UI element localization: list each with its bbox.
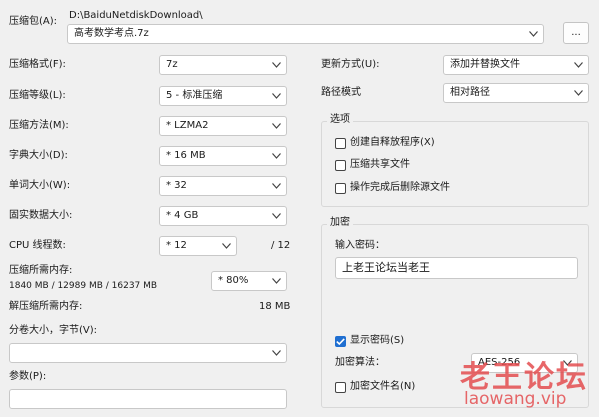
delete-source-checkbox[interactable]: 操作完成后删除源文件 bbox=[335, 181, 450, 195]
chevron-down-icon bbox=[270, 87, 282, 105]
browse-button[interactable]: ... bbox=[563, 22, 589, 44]
cpu-total: / 12 bbox=[271, 240, 291, 251]
cpu-value: * 12 bbox=[166, 240, 187, 251]
word-select[interactable]: * 32 bbox=[159, 176, 287, 196]
checkbox-box bbox=[335, 137, 346, 149]
level-value: 5 - 标准压缩 bbox=[166, 90, 223, 101]
watermark-url: laowang.vip bbox=[464, 389, 567, 409]
decomp-value: 18 MB bbox=[259, 301, 291, 312]
encrypt-names-label: 加密文件名(N) bbox=[350, 381, 416, 392]
archive-label: 压缩包(A): bbox=[9, 16, 58, 27]
decomp-label: 解压缩所需内存: bbox=[9, 301, 83, 312]
level-label: 压缩等级(L): bbox=[9, 90, 66, 101]
cpu-label: CPU 线程数: bbox=[9, 240, 66, 251]
chevron-down-icon bbox=[572, 84, 584, 102]
solid-label: 固实数据大小: bbox=[9, 210, 73, 221]
update-select[interactable]: 添加并替换文件 bbox=[443, 55, 589, 75]
password-label: 输入密码： bbox=[335, 240, 385, 251]
format-value: 7z bbox=[166, 59, 178, 70]
chevron-down-icon bbox=[572, 56, 584, 74]
chevron-down-icon bbox=[270, 272, 282, 290]
dict-value: * 16 MB bbox=[166, 150, 206, 161]
show-password-checkbox[interactable]: 显示密码(S) bbox=[335, 334, 404, 348]
shared-checkbox[interactable]: 压缩共享文件 bbox=[335, 158, 410, 172]
show-password-label: 显示密码(S) bbox=[350, 335, 405, 346]
solid-select[interactable]: * 4 GB bbox=[159, 206, 287, 226]
archive-name-value: 高考数学考点.7z bbox=[74, 28, 149, 39]
memory-label: 压缩所需内存: bbox=[9, 265, 73, 276]
memory-select[interactable]: * 80% bbox=[211, 271, 287, 291]
chevron-down-icon bbox=[220, 237, 232, 255]
update-value: 添加并替换文件 bbox=[450, 59, 520, 70]
word-label: 单词大小(W): bbox=[9, 180, 71, 191]
level-select[interactable]: 5 - 标准压缩 bbox=[159, 86, 287, 106]
params-input[interactable] bbox=[9, 389, 287, 409]
checkbox-box bbox=[335, 182, 346, 194]
archive-path: D:\BaiduNetdiskDownload\ bbox=[69, 10, 203, 21]
shared-label: 压缩共享文件 bbox=[350, 159, 410, 170]
archive-name-combobox[interactable]: 高考数学考点.7z bbox=[67, 24, 544, 44]
volume-combobox[interactable] bbox=[9, 343, 287, 363]
chevron-down-icon bbox=[270, 147, 282, 165]
format-select[interactable]: 7z bbox=[159, 55, 287, 75]
cpu-select[interactable]: * 12 bbox=[159, 236, 237, 256]
options-title: 选项 bbox=[327, 113, 353, 127]
volume-label: 分卷大小，字节(V): bbox=[9, 325, 98, 336]
pathmode-select[interactable]: 相对路径 bbox=[443, 83, 589, 103]
method-value: * LZMA2 bbox=[166, 120, 209, 131]
checkmark-icon bbox=[335, 335, 346, 347]
checkbox-box bbox=[335, 381, 346, 393]
pathmode-label: 路径模式 bbox=[321, 87, 361, 98]
solid-value: * 4 GB bbox=[166, 210, 199, 221]
chevron-down-icon bbox=[270, 117, 282, 135]
chevron-down-icon bbox=[527, 25, 539, 43]
update-label: 更新方式(U): bbox=[321, 59, 380, 70]
encrypt-names-checkbox[interactable]: 加密文件名(N) bbox=[335, 380, 415, 394]
chevron-down-icon bbox=[270, 56, 282, 74]
password-input[interactable]: 上老王论坛当老王 bbox=[335, 257, 578, 279]
delete-source-label: 操作完成后删除源文件 bbox=[350, 182, 450, 193]
method-select[interactable]: * LZMA2 bbox=[159, 116, 287, 136]
checkbox-box bbox=[335, 159, 346, 171]
sfx-label: 创建自释放程序(X) bbox=[350, 137, 435, 148]
dict-select[interactable]: * 16 MB bbox=[159, 146, 287, 166]
enc-method-label: 加密算法： bbox=[335, 357, 385, 368]
chevron-down-icon bbox=[270, 177, 282, 195]
dict-label: 字典大小(D): bbox=[9, 150, 68, 161]
encryption-title: 加密 bbox=[327, 216, 353, 230]
params-label: 参数(P): bbox=[9, 371, 47, 382]
word-value: * 32 bbox=[166, 180, 187, 191]
sfx-checkbox[interactable]: 创建自释放程序(X) bbox=[335, 136, 435, 150]
memory-detail: 1840 MB / 12989 MB / 16237 MB bbox=[9, 281, 158, 291]
chevron-down-icon bbox=[270, 207, 282, 225]
memory-value: * 80% bbox=[218, 275, 249, 286]
chevron-down-icon bbox=[270, 344, 282, 362]
format-label: 压缩格式(F): bbox=[9, 59, 66, 70]
method-label: 压缩方法(M): bbox=[9, 120, 69, 131]
pathmode-value: 相对路径 bbox=[450, 87, 490, 98]
